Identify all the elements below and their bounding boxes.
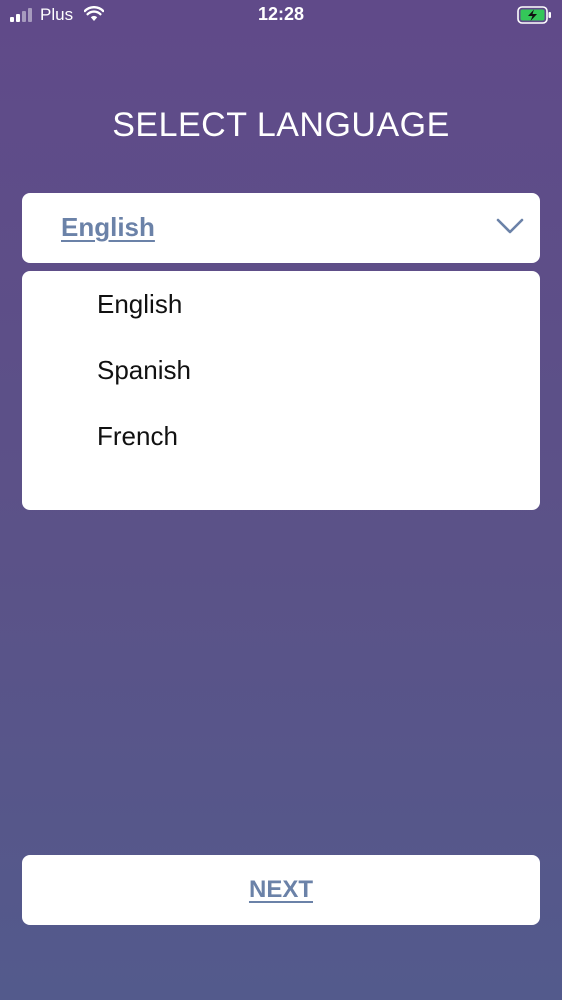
status-bar: Plus 12:28	[0, 0, 562, 30]
chevron-down-icon[interactable]	[496, 217, 524, 235]
language-dropdown-list: English Spanish French	[22, 271, 540, 510]
language-option-spanish[interactable]: Spanish	[97, 350, 477, 390]
language-select[interactable]: English	[22, 193, 540, 263]
next-button[interactable]: NEXT	[22, 855, 540, 925]
language-option-french[interactable]: French	[97, 416, 477, 456]
selected-language: English	[61, 212, 155, 242]
status-time: 12:28	[257, 4, 305, 24]
language-option-english[interactable]: English	[97, 284, 477, 324]
battery-charging-icon	[517, 6, 551, 24]
next-button-label: NEXT	[248, 876, 313, 903]
page-title: SELECT LANGUAGE	[112, 106, 450, 144]
